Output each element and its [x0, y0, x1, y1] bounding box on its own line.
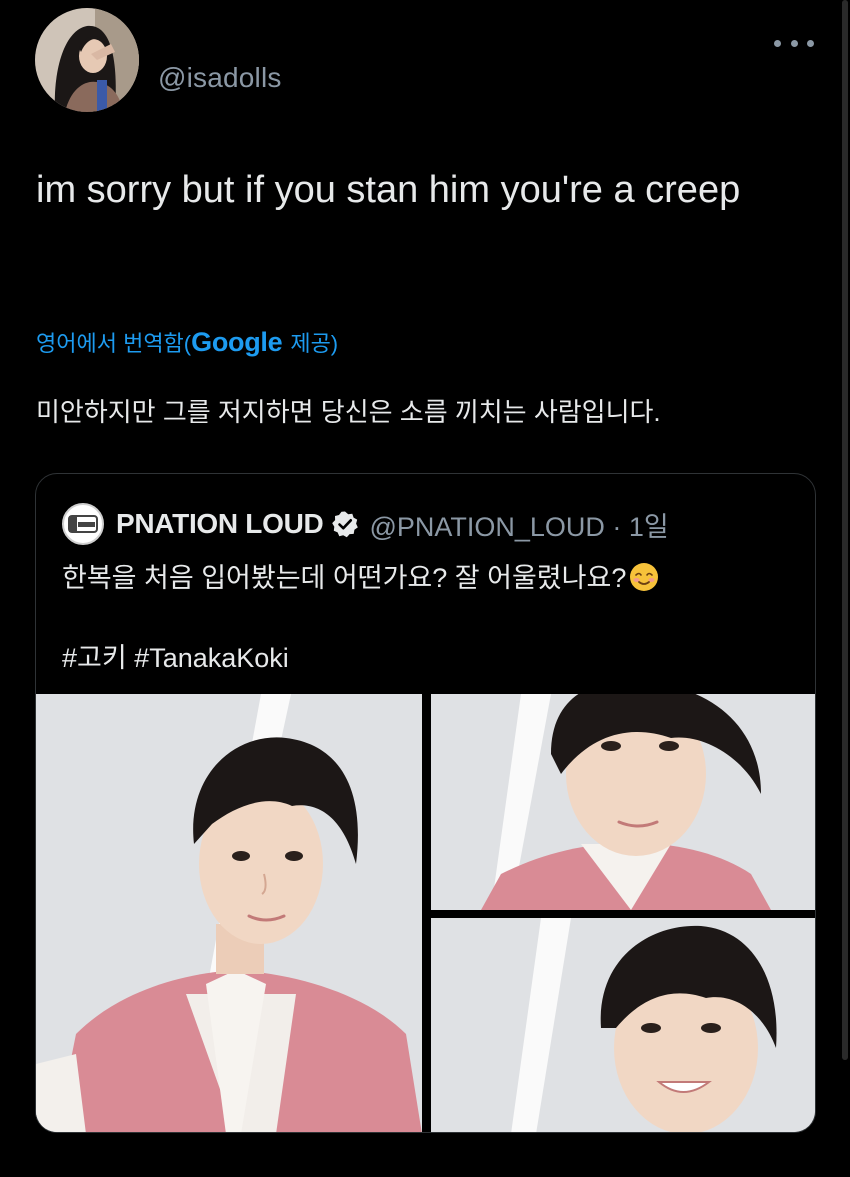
- quoted-hashtags[interactable]: #고키 #TanakaKoki: [62, 638, 782, 678]
- author-handle[interactable]: @isadolls: [158, 62, 282, 94]
- quoted-handle-time[interactable]: @PNATION_LOUD · 1일: [369, 505, 668, 544]
- quoted-tweet-header: PNATION LOUD @PNATION_LOUD · 1일: [62, 503, 669, 545]
- scrollbar[interactable]: [842, 0, 848, 1060]
- scrollbar-thumb[interactable]: [842, 0, 848, 1060]
- quoted-tweet-card[interactable]: PNATION LOUD @PNATION_LOUD · 1일 한복을 처음 입…: [35, 473, 816, 1133]
- verified-badge-icon: [332, 511, 359, 538]
- pnation-logo-avatar[interactable]: [62, 503, 104, 545]
- tweet-text: im sorry but if you stan him you're a cr…: [36, 169, 741, 211]
- translation-prefix: 영어에서 번역함(: [36, 331, 192, 356]
- translation-attribution[interactable]: 영어에서 번역함( Google 제공): [36, 326, 338, 358]
- quoted-text-line1: 한복을 처음 입어봤는데 어떤가요? 잘 어울렸나요?: [62, 563, 627, 593]
- quoted-tweet-text: 한복을 처음 입어봤는데 어떤가요? 잘 어울렸나요? #고키 #TanakaK…: [62, 558, 782, 678]
- more-options-icon[interactable]: [774, 28, 814, 58]
- google-logo-text: Google: [191, 327, 283, 357]
- translated-text: 미안하지만 그를 저지하면 당신은 소름 끼치는 사람입니다.: [36, 397, 661, 427]
- translation-suffix: 제공): [290, 331, 339, 356]
- user-avatar[interactable]: [35, 8, 139, 112]
- smiling-face-emoji: [630, 563, 659, 591]
- quoted-author-name[interactable]: PNATION LOUD: [116, 508, 324, 540]
- photo-grid: [36, 694, 815, 1132]
- photo-1[interactable]: [36, 694, 422, 1132]
- tweet-page: @isadolls im sorry but if you stan him y…: [0, 0, 850, 1177]
- photo-3[interactable]: [431, 918, 815, 1132]
- photo-2[interactable]: [431, 694, 815, 910]
